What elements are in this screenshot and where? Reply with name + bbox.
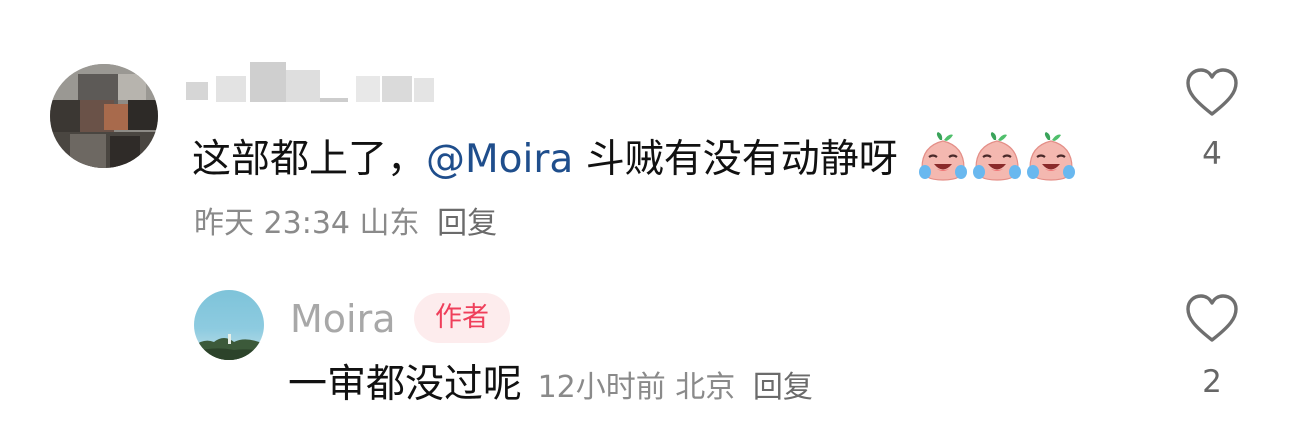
comment-meta: 昨天 23:34 山东 回复 (194, 204, 497, 244)
comment-text-before: 这部都上了， (192, 137, 427, 182)
reply-body: 一审都没过呢 (288, 362, 523, 407)
comment-location: 山东 (359, 206, 420, 241)
comment-time: 昨天 23:34 (194, 206, 350, 241)
username-blurred[interactable] (186, 62, 446, 106)
like-button[interactable] (1184, 66, 1240, 126)
reply-button[interactable]: 回复 (753, 370, 813, 405)
reply-button[interactable]: 回复 (437, 206, 497, 241)
reply-time: 12小时前 (537, 370, 666, 405)
emoji-group (904, 132, 1078, 182)
mention-link[interactable]: @Moira (426, 137, 573, 182)
heart-outline-icon (1186, 68, 1238, 116)
crying-laughing-emoji (1027, 132, 1076, 181)
reply-text: 一审都没过呢 12小时前 北京 回复 (288, 360, 813, 413)
reply-username[interactable]: Moira (290, 296, 396, 342)
like-button[interactable] (1184, 292, 1240, 352)
author-badge: 作者 (414, 293, 510, 343)
avatar[interactable] (194, 290, 264, 360)
comment-text: 这部都上了，@Moira 斗贼有没有动静呀 (192, 130, 1078, 186)
reply-meta: 12小时前 北京 回复 (528, 370, 813, 405)
like-count: 4 (1202, 136, 1222, 172)
like-count: 2 (1202, 364, 1222, 400)
comment-text-after: 斗贼有没有动静呀 (573, 137, 898, 182)
crying-laughing-emoji (973, 132, 1022, 181)
avatar[interactable] (50, 64, 158, 168)
crying-laughing-emoji (919, 132, 968, 181)
landscape-avatar-image (194, 334, 264, 360)
reply-location: 北京 (675, 370, 736, 405)
heart-outline-icon (1186, 294, 1238, 342)
